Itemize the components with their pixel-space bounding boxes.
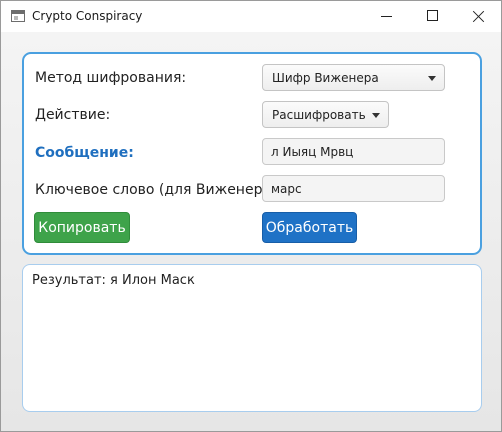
message-label: Сообщение: [35, 145, 134, 161]
result-text: Результат: я Илон Маск [32, 273, 195, 288]
keyword-label: Ключевое слово (для Виженера): [35, 182, 282, 198]
copy-button[interactable]: Копировать [34, 212, 130, 243]
action-label: Действие: [35, 107, 111, 123]
process-button[interactable]: Обработать [262, 212, 357, 243]
message-input[interactable]: л Иыяц Мрвц [262, 138, 445, 165]
close-button[interactable] [455, 1, 501, 32]
result-area[interactable]: Результат: я Илон Маск [22, 264, 482, 412]
method-label: Метод шифрования: [35, 70, 187, 86]
minimize-icon [381, 16, 392, 17]
method-select-value: Шифр Виженера [272, 71, 379, 85]
action-select-value: Расшифровать [272, 108, 366, 122]
chevron-down-icon [372, 113, 380, 118]
chevron-down-icon [428, 76, 436, 81]
settings-panel: Метод шифрования: Шифр Виженера Действие… [22, 52, 482, 255]
window-title: Crypto Conspiracy [32, 9, 143, 23]
title-bar[interactable]: Crypto Conspiracy [1, 1, 501, 32]
minimize-button[interactable] [363, 1, 409, 32]
maximize-icon [427, 10, 438, 21]
window-icon [11, 10, 25, 22]
keyword-input[interactable]: марс [262, 175, 445, 202]
action-select[interactable]: Расшифровать [262, 101, 389, 128]
method-select[interactable]: Шифр Виженера [262, 64, 445, 91]
maximize-button[interactable] [409, 1, 455, 32]
app-window: Crypto Conspiracy Метод шифрования: Шифр… [0, 0, 502, 432]
